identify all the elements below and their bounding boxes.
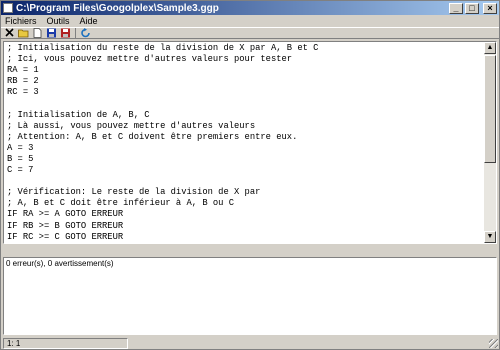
application-window: C:\Program Files\Googolplex\Sample3.ggp … — [0, 0, 500, 350]
status-bar: 1: 1 — [1, 337, 499, 349]
code-line: RC = 3 — [7, 87, 39, 98]
pane-splitter[interactable] — [1, 245, 499, 257]
code-line: IF RC >= C GOTO ERREUR — [7, 231, 124, 242]
code-line: ; Ici, vous pouvez mettre d'autres valeu… — [7, 54, 293, 65]
toolbar — [1, 27, 499, 39]
code-line: IF RB >= B GOTO ERREUR — [7, 220, 124, 231]
new-file-icon[interactable] — [32, 28, 43, 38]
close-icon[interactable] — [4, 28, 15, 38]
run-icon[interactable] — [80, 28, 91, 38]
resize-grip[interactable] — [489, 339, 498, 348]
open-folder-icon[interactable] — [18, 28, 29, 38]
cursor-position: 1: 1 — [3, 337, 128, 349]
code-line: C = 7 — [7, 165, 34, 176]
code-line: A = 3 — [7, 142, 34, 153]
save-icon[interactable] — [46, 28, 57, 38]
editor-vertical-scrollbar[interactable]: ▲ ▼ — [484, 42, 496, 243]
scroll-up-button[interactable]: ▲ — [484, 42, 496, 54]
code-line: B = 5 — [7, 153, 34, 164]
code-line: ; A, B et C doit être inférieur à A, B o… — [7, 198, 234, 209]
output-panel: 0 erreur(s), 0 avertissement(s) — [3, 257, 497, 335]
title-bar[interactable]: C:\Program Files\Googolplex\Sample3.ggp … — [1, 1, 499, 15]
menu-bar: Fichiers Outils Aide — [1, 15, 499, 27]
code-line: IF RA >= A GOTO ERREUR — [7, 209, 124, 220]
menu-fichiers[interactable]: Fichiers — [5, 16, 37, 26]
build-result-message: 0 erreur(s), 0 avertissement(s) — [6, 259, 114, 268]
close-window-button[interactable]: × — [483, 2, 497, 14]
menu-aide[interactable]: Aide — [80, 16, 98, 26]
code-editor[interactable]: ; Initialisation du reste de la division… — [3, 41, 497, 244]
code-line: ; Attention: A, B et C doivent être prem… — [7, 131, 298, 142]
code-line: ; Là aussi, vous pouvez mettre d'autres … — [7, 120, 256, 131]
save-as-icon[interactable] — [60, 28, 71, 38]
code-line: RA = 1 — [7, 65, 39, 76]
code-line: ; Initialisation de A, B, C — [7, 109, 150, 120]
code-line: ; Vérification: Le reste de la division … — [7, 187, 261, 198]
menu-outils[interactable]: Outils — [47, 16, 70, 26]
maximize-button[interactable]: □ — [465, 2, 479, 14]
code-line: ; Initialisation du reste de la division… — [7, 43, 319, 53]
code-line: RB = 2 — [7, 76, 39, 87]
toolbar-separator — [75, 28, 76, 38]
scroll-thumb[interactable] — [484, 55, 496, 163]
minimize-button[interactable]: _ — [449, 2, 463, 14]
scroll-down-button[interactable]: ▼ — [484, 231, 496, 243]
app-icon — [3, 3, 13, 13]
window-title: C:\Program Files\Googolplex\Sample3.ggp — [16, 2, 219, 14]
code-text-area[interactable]: ; Initialisation du reste de la division… — [7, 43, 482, 244]
